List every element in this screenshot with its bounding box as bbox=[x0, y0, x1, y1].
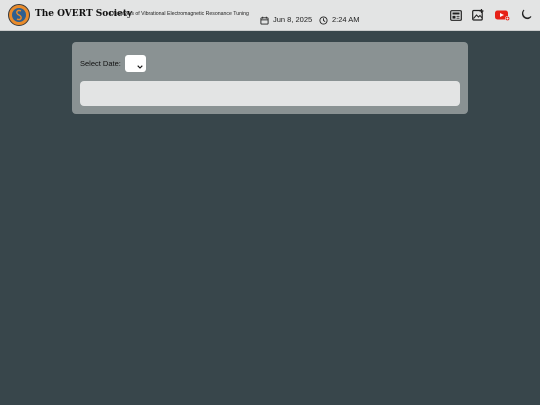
current-time: 2:24 AM bbox=[319, 10, 360, 29]
site-subtitle: Observers of Vibrational Electromagnetic… bbox=[110, 11, 249, 17]
select-date-label: Select Date: bbox=[80, 59, 121, 68]
logo-emblem-icon bbox=[12, 8, 26, 22]
date-text: Jun 8, 2025 bbox=[273, 15, 313, 24]
calendar-icon bbox=[260, 10, 269, 29]
date-select-dropdown[interactable] bbox=[125, 55, 146, 72]
image-add-icon[interactable] bbox=[471, 8, 485, 22]
youtube-icon[interactable] bbox=[494, 8, 510, 22]
top-bar: The OVERT Society Observers of Vibration… bbox=[0, 0, 540, 31]
site-logo[interactable] bbox=[8, 4, 30, 26]
moon-icon[interactable] bbox=[519, 8, 533, 22]
time-text: 2:24 AM bbox=[332, 15, 360, 24]
newspaper-icon[interactable] bbox=[449, 8, 463, 22]
current-date: Jun 8, 2025 bbox=[260, 10, 312, 29]
chevron-down-icon bbox=[137, 54, 143, 73]
results-box bbox=[80, 81, 460, 106]
clock-icon bbox=[319, 10, 328, 29]
date-selector-panel: Select Date: bbox=[72, 42, 468, 114]
